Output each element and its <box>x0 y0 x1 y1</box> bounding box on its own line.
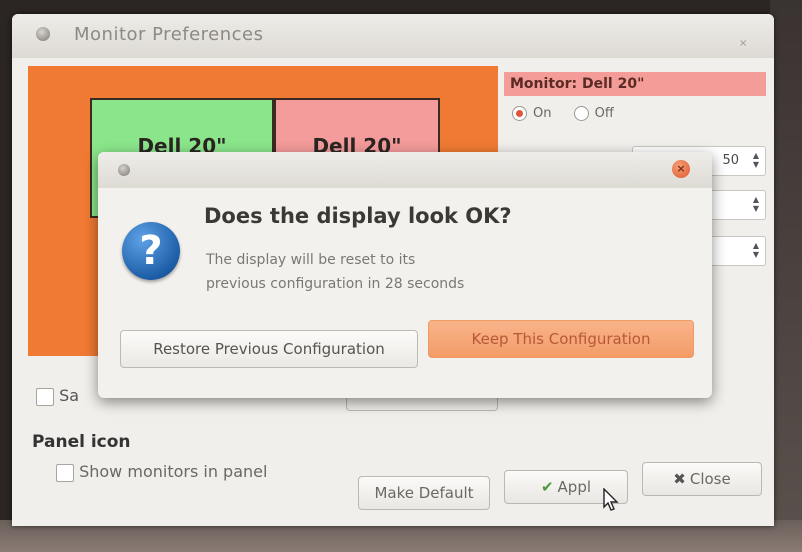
close-label: Close <box>689 470 731 488</box>
show-monitors-checkbox[interactable] <box>56 463 74 482</box>
background-desk <box>770 0 802 552</box>
window-menu-icon[interactable] <box>36 27 50 41</box>
power-radio-group: On Off <box>512 106 632 121</box>
spinner-arrows-icon[interactable]: ▲ ▼ <box>753 241 759 259</box>
same-image-label: Sa <box>59 386 80 405</box>
dialog-heading: Does the display look OK? <box>204 204 512 228</box>
dialog-close-icon[interactable]: × <box>672 160 690 178</box>
window-close-icon[interactable]: × <box>739 38 747 49</box>
checkmark-icon: ✔ <box>540 478 554 496</box>
confirm-display-dialog: × ? Does the display look OK? The displa… <box>98 152 712 398</box>
same-image-row: Sa <box>36 386 79 406</box>
keep-configuration-button[interactable]: Keep This Configuration <box>428 320 694 358</box>
dialog-message-line-1: The display will be reset to its <box>206 252 416 268</box>
dialog-titlebar[interactable]: × <box>98 152 712 188</box>
same-image-checkbox[interactable] <box>36 387 54 406</box>
close-icon: ✖ <box>673 470 686 488</box>
apply-label: Appl <box>557 478 592 496</box>
show-monitors-label: Show monitors in panel <box>79 462 268 481</box>
refresh-rate-value: 50 <box>722 153 739 168</box>
window-title: Monitor Preferences <box>74 24 264 45</box>
dialog-message: The display will be reset to its previou… <box>206 248 626 296</box>
restore-previous-button[interactable]: Restore Previous Configuration <box>120 330 418 368</box>
panel-icon-heading: Panel icon <box>32 432 131 452</box>
spinner-arrows-icon[interactable]: ▲ ▼ <box>753 195 759 213</box>
on-radio[interactable] <box>512 106 527 121</box>
question-icon: ? <box>122 222 180 280</box>
dialog-menu-icon[interactable] <box>118 164 130 176</box>
mouse-cursor-icon <box>603 488 619 511</box>
on-label: On <box>533 106 552 121</box>
make-default-button[interactable]: Make Default <box>358 476 490 510</box>
close-button[interactable]: ✖ Close <box>642 462 762 496</box>
off-label: Off <box>594 106 614 121</box>
spinner-arrows-icon[interactable]: ▲ ▼ <box>753 151 759 169</box>
dialog-message-line-2: previous configuration in 28 seconds <box>206 276 465 292</box>
window-titlebar[interactable]: Monitor Preferences × <box>12 14 774 58</box>
monitor-header: Monitor: Dell 20" <box>504 72 766 96</box>
show-monitors-row: Show monitors in panel <box>56 462 267 482</box>
off-radio[interactable] <box>573 106 589 121</box>
